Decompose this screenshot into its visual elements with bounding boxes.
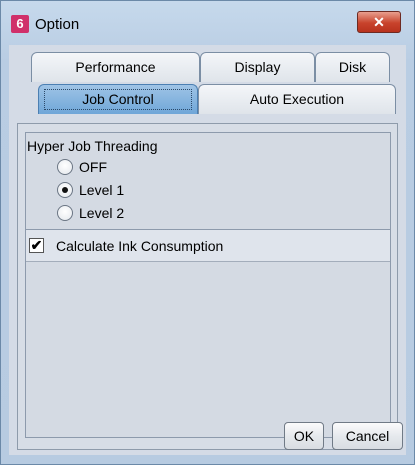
radio-label: Level 1 [79, 182, 125, 198]
calculate-ink-consumption-checkbox[interactable]: ✔ [29, 238, 44, 253]
tab-job-control[interactable]: Job Control [38, 84, 198, 114]
tab-panel: Hyper Job Threading OFF Level 1 Level 2 [17, 123, 398, 450]
radio-button[interactable] [57, 182, 73, 198]
radio-label: Level 2 [79, 205, 125, 221]
window-title: Option [35, 16, 80, 33]
tab-performance[interactable]: Performance [31, 52, 200, 82]
calculate-ink-consumption-label: Calculate Ink Consumption [56, 238, 224, 254]
title-bar[interactable]: 6 Option ✕ [1, 1, 414, 45]
tab-display[interactable]: Display [200, 52, 315, 82]
tab-label: Disk [338, 59, 367, 75]
radio-button[interactable] [57, 159, 73, 175]
option-dialog: 6 Option ✕ Performance Display Disk Job … [0, 0, 415, 465]
tab-label: Display [234, 59, 281, 75]
radio-button[interactable] [57, 205, 73, 221]
tab-auto-execution[interactable]: Auto Execution [198, 84, 396, 114]
tab-label: Job Control [82, 91, 154, 107]
dialog-body: Performance Display Disk Job Control Aut… [9, 45, 406, 455]
close-icon: ✕ [373, 14, 385, 30]
checkmark-icon: ✔ [30, 237, 43, 253]
ok-button[interactable]: OK [284, 422, 324, 450]
hyper-job-threading-title: Hyper Job Threading [27, 138, 158, 154]
radio-label: OFF [79, 159, 107, 175]
job-control-group: Hyper Job Threading OFF Level 1 Level 2 [25, 132, 391, 438]
tab-label: Auto Execution [249, 91, 345, 107]
tab-disk[interactable]: Disk [315, 52, 390, 82]
calculate-ink-consumption-row[interactable]: ✔ Calculate Ink Consumption [26, 230, 390, 262]
app-icon: 6 [11, 15, 29, 33]
close-button[interactable]: ✕ [357, 11, 401, 33]
cancel-button[interactable]: Cancel [332, 422, 403, 450]
tab-label: Performance [75, 59, 156, 75]
